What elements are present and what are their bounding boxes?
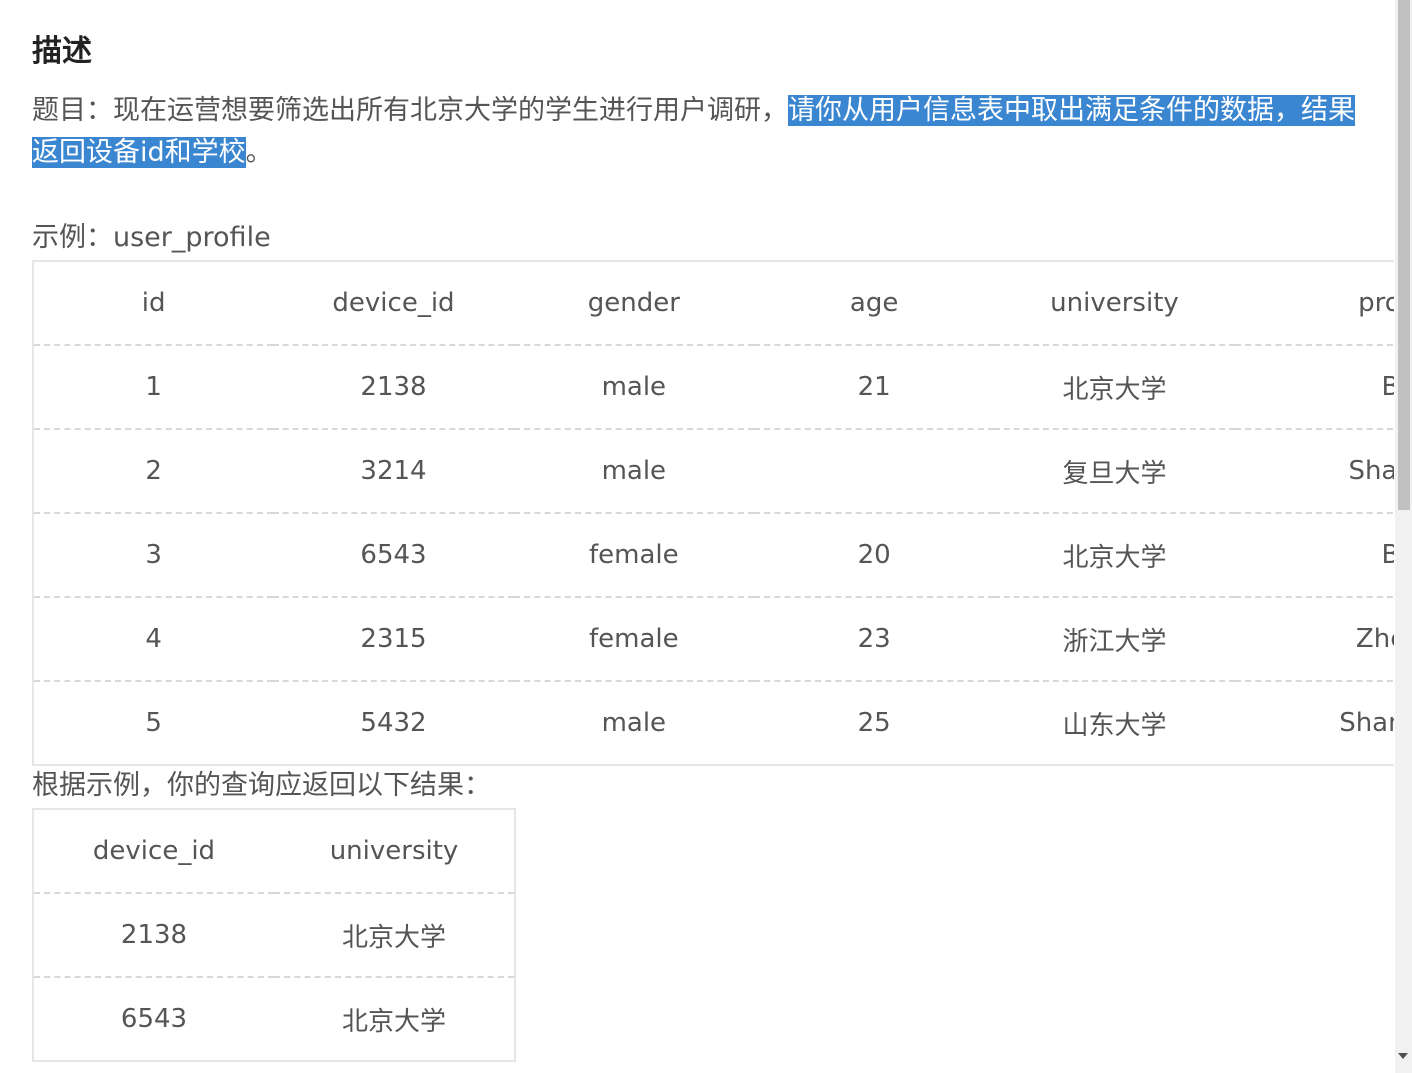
cell-province: Shandong [1339,708,1394,738]
scrollbar-thumb[interactable] [1398,0,1410,510]
cell-device-id: 6543 [273,513,514,598]
problem-content: 描述 题目：现在运营想要筛选出所有北京大学的学生进行用户调研，请你从用户信息表中… [32,0,1394,1073]
cell-university: 山东大学 [1062,710,1167,741]
cell-university: 浙江大学 [994,597,1235,682]
cell-device-id: 6543 [120,1004,188,1034]
header-age: age [753,261,995,346]
cell-gender: male [601,708,667,738]
header-province: province [1234,261,1394,346]
cell-age: 21 [753,345,995,430]
header-gender: gender [513,261,754,346]
cell-device-id: 5432 [360,708,427,738]
problem-page: 描述 题目：现在运营想要筛选出所有北京大学的学生进行用户调研，请你从用户信息表中… [0,0,1412,1073]
cell-device-id: 2315 [273,597,514,682]
scroll-down-arrow-icon[interactable] [1398,1053,1408,1059]
header-id: id [33,261,274,346]
cell-gender: male [513,345,754,430]
description-tail: 。 [245,137,273,168]
table-row: 2138 北京大学 [33,893,515,978]
cell-age: 23 [753,597,995,682]
cell-age: 25 [857,708,891,738]
cell-id: 2 [33,429,274,514]
result-label: 根据示例，你的查询应返回以下结果： [32,770,491,801]
problem-description: 题目：现在运营想要筛选出所有北京大学的学生进行用户调研，请你从用户信息表中取出满… [32,90,1372,174]
section-title: 描述 [32,34,92,69]
header-university: university [274,809,515,894]
cell-gender: female [513,513,754,598]
header-device-id: device_id [33,809,274,894]
cell-university: 北京大学 [341,1006,446,1037]
vertical-scrollbar[interactable] [1395,0,1412,1073]
table-row: 1 2138 male 21 北京大学 Beijing [33,345,1394,430]
cell-id: 1 [33,345,274,430]
description-text: 题目：现在运营想要筛选出所有北京大学的学生进行用户调研， [32,95,788,126]
cell-id: 4 [33,597,274,682]
cell-device-id: 3214 [273,429,514,514]
table-header-row: device_id university [33,809,515,894]
cell-gender: female [513,597,754,682]
table-row: 2 3214 male 复旦大学 Shanghai [33,429,1394,514]
example-label: 示例：user_profile [32,222,271,253]
cell-province: Beijing [1234,345,1394,430]
cell-province: Beijing [1234,513,1394,598]
cell-age [753,429,995,514]
table-header-row: id device_id gender age university provi… [33,261,1394,346]
cell-id: 3 [33,513,274,598]
cell-gender: male [513,429,754,514]
table-row: 6543 北京大学 [33,977,515,1061]
cell-university: 复旦大学 [994,429,1235,514]
cell-id: 5 [145,708,162,738]
header-university: university [994,261,1235,346]
cell-province: ZheJiang [1234,597,1394,682]
cell-age: 20 [753,513,995,598]
result-table: device_id university 2138 北京大学 6543 北京大学 [32,808,516,1062]
cell-province: Shanghai [1234,429,1394,514]
table-row: 5 5432 male 25 山东大学 Shandong [33,681,1394,765]
cell-device-id: 2138 [33,893,274,978]
cell-university: 北京大学 [994,513,1235,598]
user-profile-table: id device_id gender age university provi… [32,260,1394,766]
cell-university: 北京大学 [994,345,1235,430]
cell-device-id: 2138 [273,345,514,430]
header-device-id: device_id [273,261,514,346]
cell-university: 北京大学 [274,893,515,978]
table-row: 4 2315 female 23 浙江大学 ZheJiang [33,597,1394,682]
table-row: 3 6543 female 20 北京大学 Beijing [33,513,1394,598]
